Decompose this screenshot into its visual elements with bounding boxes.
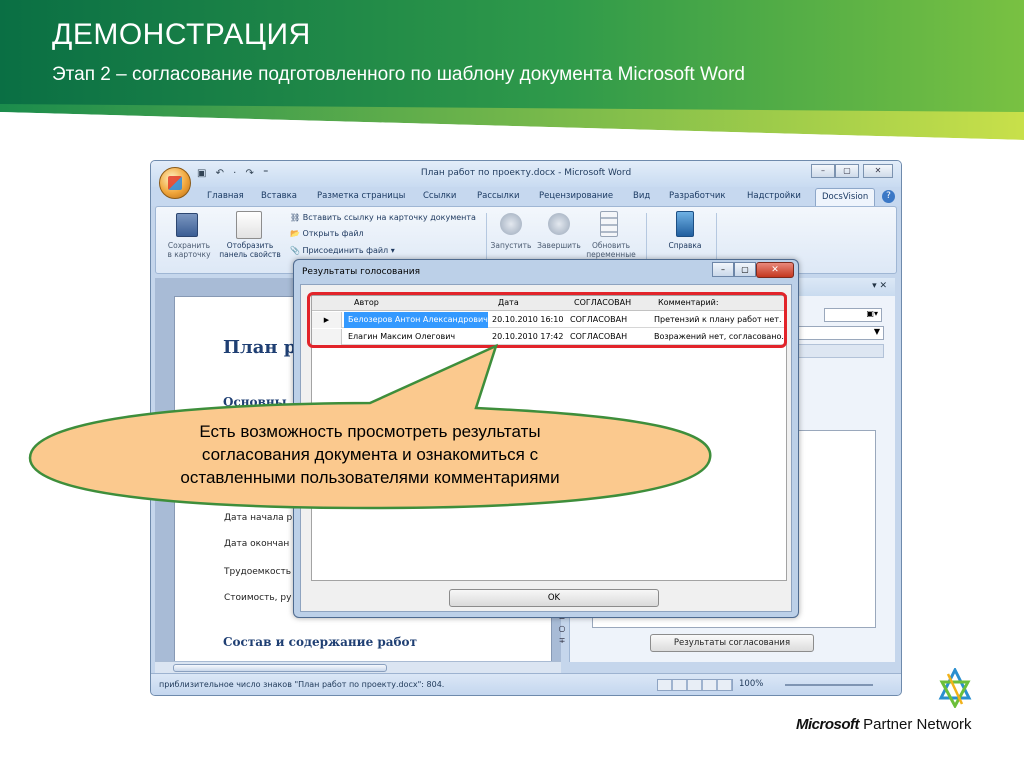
tab-references[interactable]: Ссылки [423,191,456,201]
ribbon-tabs: Главная Вставка Разметка страницы Ссылки… [151,187,901,206]
pane-close-controls[interactable]: ▾ ✕ [872,281,887,291]
attach-file-label: Присоединить файл ▾ [302,246,395,255]
document-heading: План р [223,337,297,358]
dialog-close-button[interactable]: ✕ [756,262,794,278]
highlight-frame [307,292,787,348]
tab-home[interactable]: Главная [207,191,244,201]
finish-icon [548,213,570,235]
zoom-slider[interactable] [785,684,873,686]
tab-view[interactable]: Вид [633,191,650,201]
start-button[interactable]: Запустить [488,241,534,250]
microsoft-wordmark: Microsoft [796,716,860,733]
partner-network-logo: Microsoft Partner Network [796,716,972,733]
doc-row-cost: Стоимость, ру [224,593,292,603]
view-buttons[interactable] [657,679,733,691]
zoom-level: 100% [739,679,764,689]
doc-row-end-date: Дата окончан [224,539,290,549]
dialog-title: Результаты голосования [302,267,421,277]
insert-card-link-label: Вставить ссылку на карточку документа [302,213,476,222]
open-file-button[interactable]: 📂 Открыть файл [290,229,364,238]
page-nav-buttons[interactable]: ±○∓ [555,611,569,661]
attach-file-button[interactable]: 📎 Присоединить файл ▾ [290,246,395,255]
dialog-maximize-button[interactable]: ▢ [734,262,756,277]
document-section-title: Основны [223,395,287,409]
start-icon [500,213,522,235]
variables-icon [600,211,618,237]
dialog-minimize-button[interactable]: – [712,262,734,277]
show-properties-panel-button[interactable]: Отобразить панель свойств [216,241,284,259]
callout-line-1: Есть возможность просмотреть результаты [199,422,541,441]
tab-insert[interactable]: Вставка [261,191,297,201]
properties-panel-icon [236,211,262,239]
tab-mailings[interactable]: Рассылки [477,191,519,201]
pane-dropdown[interactable]: ▣▾ [824,308,882,322]
tab-page-layout[interactable]: Разметка страницы [317,191,405,201]
quick-access-toolbar[interactable]: ▣ ↶ · ↷ ⁼ [197,168,271,179]
tab-docsvision[interactable]: DocsVision [815,188,876,206]
title-banner: ДЕМОНСТРАЦИЯ Этап 2 – согласование подго… [0,0,1024,140]
scroll-thumb[interactable] [173,664,387,672]
open-file-label: Открыть файл [302,229,364,238]
doc-row-effort: Трудоемкость [224,567,292,577]
help-button[interactable]: Справка [660,241,710,250]
partner-network-text: Partner Network [863,716,972,733]
callout-line-2: согласования документа и ознакомиться с [201,445,539,464]
ok-button[interactable]: OK [449,589,659,607]
insert-card-link-button[interactable]: ⛓ Вставить ссылку на карточку документа [290,213,476,222]
finish-button[interactable]: Завершить [536,241,582,250]
callout-line-3: оставленными пользователями комментариям… [180,468,560,487]
save-icon [176,213,198,237]
minimize-button[interactable]: – [811,164,835,178]
tab-developer[interactable]: Разработчик [669,191,726,201]
approval-results-button[interactable]: Результаты согласования [650,634,814,652]
tab-review[interactable]: Рецензирование [539,191,613,201]
slide-subtitle: Этап 2 – согласование подготовленного по… [52,64,745,85]
status-bar: приблизительное число знаков "План работ… [151,673,901,695]
status-text: приблизительное число знаков "План работ… [159,680,445,689]
partner-network-logo-icon [938,668,972,708]
slide-title: ДЕМОНСТРАЦИЯ [52,18,311,51]
help-book-icon [676,211,694,237]
office-button[interactable] [159,167,191,199]
doc-row-start-date: Дата начала р [224,513,293,523]
word-titlebar: План работ по проекту.docx - Microsoft W… [151,161,901,187]
tab-addins[interactable]: Надстройки [747,191,801,201]
composition-heading: Состав и содержание работ [223,635,417,649]
save-to-card-button[interactable]: Сохранить в карточку [162,241,216,259]
office-logo-icon [168,176,182,190]
maximize-button[interactable]: ▢ [835,164,859,178]
close-button[interactable]: ✕ [863,164,893,178]
horizontal-scrollbar[interactable] [155,661,561,673]
slide: ДЕМОНСТРАЦИЯ Этап 2 – согласование подго… [0,0,1024,768]
callout-text: Есть возможность просмотреть результаты … [120,420,620,489]
refresh-variables-button[interactable]: Обновить переменные [584,241,638,259]
help-icon[interactable]: ? [882,190,895,203]
